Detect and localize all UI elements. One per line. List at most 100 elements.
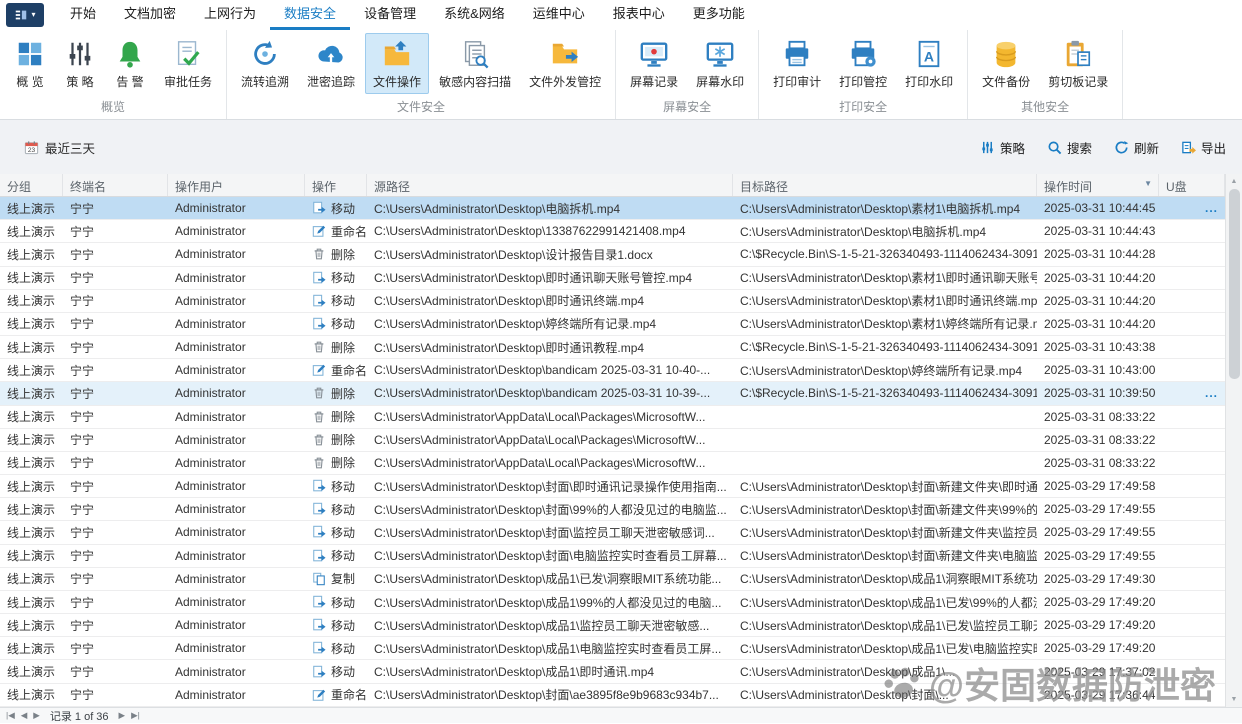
column-header-7[interactable]: U盘 <box>1159 174 1225 196</box>
ribbon-button-trace[interactable]: 流转追溯 <box>233 33 297 94</box>
operation-label: 删除 <box>331 456 356 471</box>
column-header-0[interactable]: 分组 <box>0 174 63 196</box>
menu-tab-6[interactable]: 运维中心 <box>519 0 599 30</box>
scrollbar-thumb[interactable] <box>1228 189 1240 379</box>
app-menu-button[interactable]: ▾ <box>6 3 44 27</box>
table-row[interactable]: 线上演示 宁宁 Administrator 重命名 C:\Users\Administr… <box>0 220 1225 244</box>
date-range-button[interactable]: 23 最近三天 <box>24 138 95 157</box>
folder-out-icon <box>550 39 580 69</box>
cell-target-path: C:\Users\Administrator\Desktop\成品1\洞察眼MI… <box>740 572 1037 587</box>
search-icon <box>1047 140 1062 155</box>
operation-label: 移动 <box>331 479 356 494</box>
cell-user: Administrator <box>175 316 246 331</box>
column-header-3[interactable]: 操作 <box>305 174 367 196</box>
cell-source-path: C:\Users\Administrator\Desktop\封面\电脑监控实时… <box>374 549 727 564</box>
ribbon-button-clipboard[interactable]: 剪切板记录 <box>1040 33 1116 94</box>
ribbon-button-grid[interactable]: 概 览 <box>6 33 54 94</box>
op-delete-icon <box>312 340 326 354</box>
toolbar-sliders-sm-button[interactable]: 策略 <box>980 138 1025 157</box>
menu-tab-1[interactable]: 文档加密 <box>110 0 190 30</box>
column-header-4[interactable]: 源路径 <box>367 174 733 196</box>
ribbon-button-cloud[interactable]: 泄密追踪 <box>299 33 363 94</box>
operation-label: 删除 <box>331 410 356 425</box>
table-row[interactable]: 线上演示 宁宁 Administrator 移动 C:\Users\Administra… <box>0 197 1225 221</box>
table-row[interactable]: 线上演示 宁宁 Administrator 删除 C:\Users\Administra… <box>0 243 1225 267</box>
cell-group: 线上演示 <box>7 433 56 448</box>
cell-target-path <box>733 452 1037 474</box>
toolbar-search-button[interactable]: 搜索 <box>1047 138 1092 157</box>
menu-tab-2[interactable]: 上网行为 <box>190 0 270 30</box>
column-header-2[interactable]: 操作用户 <box>168 174 305 196</box>
ribbon-button-bell[interactable]: 告 警 <box>106 33 154 94</box>
table-row[interactable]: 线上演示 宁宁 Administrator 重命名 C:\Users\Administr… <box>0 359 1225 383</box>
ribbon-button-monitor-wm[interactable]: 屏幕水印 <box>688 33 752 94</box>
cell-time: 2025-03-31 08:33:22 <box>1044 409 1156 424</box>
cell-terminal: 宁宁 <box>70 479 95 494</box>
column-header-5[interactable]: 目标路径 <box>733 174 1037 196</box>
toolbar-export-button[interactable]: 导出 <box>1181 138 1226 157</box>
table-row[interactable]: 线上演示 宁宁 Administrator 删除 C:\Users\Administra… <box>0 405 1225 429</box>
table-row[interactable]: 线上演示 宁宁 Administrator 移动 C:\Users\Administra… <box>0 289 1225 313</box>
clipboard-icon <box>1063 39 1093 69</box>
ribbon-button-db[interactable]: 文件备份 <box>974 33 1038 94</box>
pager-right-button-1[interactable]: ▶| <box>131 711 140 720</box>
table-row[interactable]: 线上演示 宁宁 Administrator 移动 C:\Users\Administra… <box>0 312 1225 337</box>
table-row[interactable]: 线上演示 宁宁 Administrator 删除 C:\Users\Administra… <box>0 382 1225 406</box>
cell-source-path: C:\Users\Administrator\Desktop\成品1\监控员工聊… <box>374 618 710 633</box>
pager-right-button-0[interactable]: ▶ <box>119 711 126 720</box>
row-more-button[interactable]: ... <box>1205 201 1218 215</box>
table-row[interactable]: 线上演示 宁宁 Administrator 移动 C:\Users\Administra… <box>0 590 1225 615</box>
table-row[interactable]: 线上演示 宁宁 Administrator 重命名 C:\Users\Administr… <box>0 683 1225 707</box>
cell-terminal: 宁宁 <box>70 456 95 471</box>
ribbon-button-monitor[interactable]: 屏幕记录 <box>622 33 686 94</box>
menu-tab-8[interactable]: 更多功能 <box>679 0 759 30</box>
table-row[interactable]: 线上演示 宁宁 Administrator 删除 C:\Users\Administra… <box>0 451 1225 476</box>
filter-arrow-icon[interactable]: ▼ <box>1144 179 1152 188</box>
scroll-down-icon[interactable]: ▼ <box>1226 692 1242 707</box>
table-row[interactable]: 线上演示 宁宁 Administrator 移动 C:\Users\Administra… <box>0 266 1225 290</box>
ribbon-button-doc-scan[interactable]: 敏感内容扫描 <box>431 33 519 94</box>
ribbon-button-printer[interactable]: 打印审计 <box>765 33 829 94</box>
pager-left-button-0[interactable]: |◀ <box>6 711 15 720</box>
scroll-up-icon[interactable]: ▲ <box>1226 174 1242 189</box>
table-row[interactable]: 线上演示 宁宁 Administrator 移动 C:\Users\Administra… <box>0 475 1225 499</box>
ribbon-button-doc-check[interactable]: 审批任务 <box>156 33 220 94</box>
cell-group: 线上演示 <box>7 386 56 401</box>
table-row[interactable]: 线上演示 宁宁 Administrator 删除 C:\Users\Administra… <box>0 428 1225 452</box>
row-more-button[interactable]: ... <box>1205 386 1218 400</box>
svg-text:23: 23 <box>28 147 36 154</box>
table-row[interactable]: 线上演示 宁宁 Administrator 移动 C:\Users\Administra… <box>0 544 1225 568</box>
table-row[interactable]: 线上演示 宁宁 Administrator 复制 C:\Users\Administra… <box>0 567 1225 591</box>
menu-tab-4[interactable]: 设备管理 <box>350 0 430 30</box>
table-row[interactable]: 线上演示 宁宁 Administrator 移动 C:\Users\Administra… <box>0 637 1225 661</box>
table-row[interactable]: 线上演示 宁宁 Administrator 移动 C:\Users\Administra… <box>0 614 1225 638</box>
table-row[interactable]: 线上演示 宁宁 Administrator 移动 C:\Users\Administra… <box>0 498 1225 522</box>
table-row[interactable]: 线上演示 宁宁 Administrator 移动 C:\Users\Administra… <box>0 521 1225 545</box>
cell-target-path: C:\Users\Administrator\Desktop\电脑拆机.mp4 <box>740 224 987 239</box>
menu-tab-0[interactable]: 开始 <box>56 0 110 30</box>
cell-group: 线上演示 <box>7 224 56 239</box>
menu-tab-7[interactable]: 报表中心 <box>599 0 679 30</box>
ribbon-button-printer-ctl[interactable]: 打印管控 <box>831 33 895 94</box>
db-icon <box>991 39 1021 69</box>
column-header-1[interactable]: 终端名 <box>63 174 168 196</box>
menu-tab-5[interactable]: 系统&网络 <box>430 0 519 30</box>
vertical-scrollbar[interactable]: ▲ ▼ <box>1225 174 1242 707</box>
pager-left-button-2[interactable]: ▶ <box>33 711 40 720</box>
toolbar-button-label: 导出 <box>1200 141 1226 156</box>
ribbon-button-folder-ops[interactable]: 文件操作 <box>365 33 430 94</box>
toolbar-refresh-button[interactable]: 刷新 <box>1114 138 1159 157</box>
op-move-icon <box>312 618 326 632</box>
column-header-6[interactable]: 操作时间 ▼ <box>1037 174 1159 196</box>
cell-time: 2025-03-29 17:36:44 <box>1044 687 1156 702</box>
ribbon-button-printer-wm[interactable]: A 打印水印 <box>897 33 961 94</box>
ribbon-button-folder-out[interactable]: 文件外发管控 <box>521 33 609 94</box>
table-row[interactable]: 线上演示 宁宁 Administrator 移动 C:\Users\Administra… <box>0 660 1225 684</box>
cell-target-path: C:\Users\Administrator\Desktop\素材1\即时通讯聊… <box>740 271 1037 286</box>
table-row[interactable]: 线上演示 宁宁 Administrator 删除 C:\Users\Administra… <box>0 336 1225 360</box>
ribbon-button-sliders[interactable]: 策 略 <box>56 33 104 94</box>
cell-usb: ... <box>1159 197 1225 219</box>
menu-tab-3[interactable]: 数据安全 <box>270 0 351 30</box>
pager-left-button-1[interactable]: ◀ <box>21 711 28 720</box>
cell-operation: 删除 <box>305 243 367 265</box>
